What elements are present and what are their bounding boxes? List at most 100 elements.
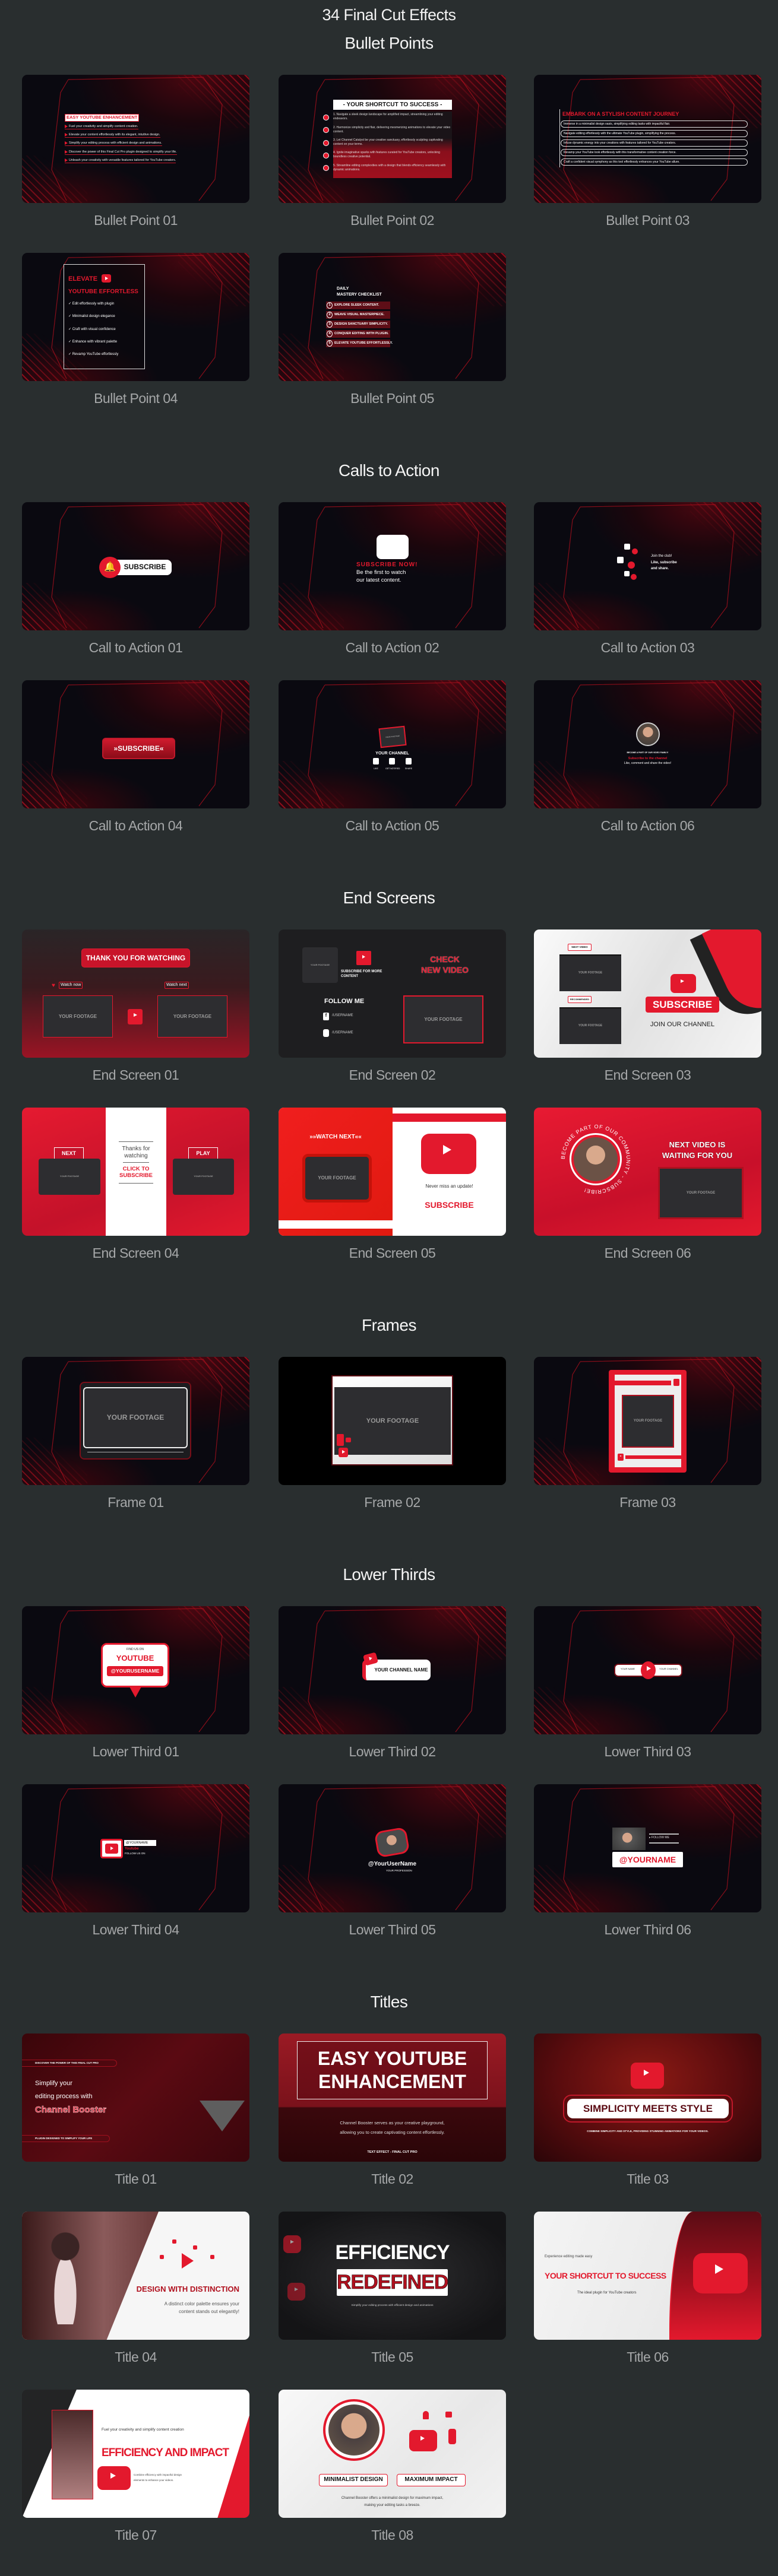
effect-preview[interactable]: SUBSCRIBE 🔔 [22,502,249,630]
effect-preview[interactable]: Fuel your creativity and simplify conten… [22,2390,249,2518]
preview-heading: DAILY [337,287,349,291]
effect-card[interactable]: YOUR FOOTAGE Frame 02 [279,1357,506,1535]
effect-card[interactable]: »»WATCH NEXT«« YOUR FOOTAGE Never miss a… [279,1108,506,1286]
effect-preview[interactable]: YOUR FOOTAGE [534,1357,761,1485]
effect-preview[interactable]: DAILY MASTERY CHECKLIST 1 EXPLORE SLEEK C… [279,253,506,381]
effect-card[interactable]: YOUR FOOTAGE Frame 03 [534,1357,761,1535]
effect-preview[interactable]: FIND US ON YOUTUBE @YOURUSERNAME [22,1606,249,1734]
kicker-text: Fuel your creativity and simplify conten… [102,2428,184,2432]
youtube-icon [102,274,111,283]
preview-heading: DESIGN WITH DISTINCTION [136,2285,239,2293]
like-icon [337,1434,344,1446]
effect-card[interactable]: FIND US ON YOUTUBE @YOURUSERNAME Lower T… [22,1606,249,1784]
effect-card[interactable]: NEXT VIDEO YOUR FOOTAGE RECOMMENDED YOUR… [534,929,761,1108]
effect-card[interactable]: EASY YOUTUBE ENHANCEMENT Fuel your creat… [22,75,249,253]
username: @YourUserName [368,1861,417,1867]
effect-preview[interactable]: EASY YOUTUBE ENHANCEMENT Channel Booster… [279,2033,506,2162]
effect-preview[interactable]: SUBSCRIBE NOW! Be the first to watch our… [279,502,506,630]
footage-placeholder: YOUR FOOTAGE [658,1167,744,1219]
youtube-icon [409,2430,437,2451]
effect-preview[interactable]: EMBARK ON A STYLISH CONTENT JOURNEY Imme… [534,75,761,203]
effect-card[interactable]: DESIGN WITH DISTINCTION A distinct color… [22,2212,249,2390]
effect-label: Title 06 [627,2349,669,2365]
item-number: 5 [327,340,333,347]
effect-preview[interactable]: DISCOVER THE POWER OF THIS FINAL CUT PRO… [22,2033,249,2162]
effect-preview[interactable]: »»WATCH NEXT«« YOUR FOOTAGE Never miss a… [279,1108,506,1236]
effect-preview[interactable]: YOUR NAME YOUR CHANNEL [534,1606,761,1734]
effect-card[interactable]: ELEVATE YOUTUBE EFFORTLESS ✓ Edit effort… [22,253,249,431]
effect-preview[interactable]: YOUR CHANNEL NAME [279,1606,506,1734]
effect-preview[interactable]: YOUR FOOTAGE [22,1357,249,1485]
effect-card[interactable]: @YOURNAME Youtube FOLLOW US ON Lower Thi… [22,1784,249,1962]
effect-card[interactable]: EMBARK ON A STYLISH CONTENT JOURNEY Imme… [534,75,761,253]
effect-preview[interactable]: BECOME A PART OF OUR VIDEO FAMILY! Subsc… [534,680,761,808]
effect-card[interactable]: YOUR FOOTAGE SUBSCRIBE FOR MORE CONTENT … [279,929,506,1108]
effect-card[interactable]: Experience editing made easy YOUR SHORTC… [534,2212,761,2390]
effect-card[interactable]: Fuel your creativity and simplify conten… [22,2390,249,2568]
effect-preview[interactable]: SIMPLICITY MEETS STYLE COMBINE SIMPLICIT… [534,2033,761,2162]
effects-gallery: Bullet Points EASY YOUTUBE ENHANCEMENT F… [0,12,778,2576]
footage-placeholder: YOUR FOOTAGE [43,995,113,1038]
effect-card[interactable]: SUBSCRIBE 🔔 Call to Action 01 [22,502,249,680]
effect-preview[interactable]: ▸ FOLLOW ME @YOURNAME [534,1784,761,1912]
effect-preview[interactable]: YOUR FOOTAGE [279,1357,506,1485]
youtube-icon [693,2253,748,2293]
effect-card[interactable]: YOUR FOOTAGE Frame 01 [22,1357,249,1535]
preview-heading: EASY YOUTUBE [317,2048,467,2069]
item-text: Craft with visual confidence [72,328,116,331]
bottom-tag: PLUGIN DESIGNED TO SIMPLIFY YOUR LIFE [22,2135,110,2142]
find-text: FIND US ON [126,1648,144,1651]
effect-card[interactable]: DISCOVER THE POWER OF THIS FINAL CUT PRO… [22,2033,249,2212]
footage-placeholder: YOUR FOOTAGE [403,995,483,1043]
checklist-item: 5 ELEVATE YOUTUBE EFFORTLESSLY. [326,340,393,347]
effect-preview[interactable]: DESIGN WITH DISTINCTION A distinct color… [22,2212,249,2340]
effect-card[interactable]: YOUR NAME YOUR CHANNEL Lower Third 03 [534,1606,761,1784]
effect-card[interactable]: Join the club! Like, subscribe and share… [534,502,761,680]
effect-card[interactable]: - YOUR SHORTCUT TO SUCCESS - 1. Navigate… [279,75,506,253]
preview-text: editing process with [35,2093,93,2100]
effect-preview[interactable]: ELEVATE YOUTUBE EFFORTLESS ✓ Edit effort… [22,253,249,381]
effect-card[interactable]: SUBSCRIBE NOW! Be the first to watch our… [279,502,506,680]
effect-preview[interactable]: YOUR FOOTAGE YOUR CHANNEL LIKE GET NOTIF… [279,680,506,808]
notification-icon [632,548,638,554]
effect-card[interactable]: BECOME A PART OF OUR VIDEO FAMILY! Subsc… [534,680,761,858]
effect-preview[interactable]: EFFICIENCY REDEFINED Simplify your editi… [279,2212,506,2340]
effect-card[interactable]: SIMPLICITY MEETS STYLE COMBINE SIMPLICIT… [534,2033,761,2212]
effect-preview[interactable]: - YOUR SHORTCUT TO SUCCESS - 1. Navigate… [279,75,506,203]
like-icon [160,2255,164,2259]
preview-text: allowing you to create captivating conte… [340,2130,445,2135]
effect-card[interactable]: »SUBSCRIBE« Call to Action 04 [22,680,249,858]
effect-preview[interactable]: @YourUserName YOUR PROFESSION [279,1784,506,1912]
effect-preview[interactable]: THANK YOU FOR WATCHING ♥ Watch now Watch… [22,929,249,1058]
effect-preview[interactable]: Join the club! Like, subscribe and share… [534,502,761,630]
heart-icon: ♥ [52,982,55,989]
share-icon [631,574,637,580]
effect-preview[interactable]: NEXT YOUR FOOTAGE Thanks for watching CL… [22,1108,249,1236]
photo [52,2410,93,2499]
effect-card[interactable]: DAILY MASTERY CHECKLIST 1 EXPLORE SLEEK C… [279,253,506,431]
effect-label: End Screen 01 [92,1067,179,1083]
effect-card[interactable]: ▸ FOLLOW ME @YOURNAME Lower Third 06 [534,1784,761,1962]
kicker-text: Experience editing made easy [545,2255,593,2258]
effect-card[interactable]: YOUR FOOTAGE YOUR CHANNEL LIKE GET NOTIF… [279,680,506,858]
effect-card[interactable]: EASY YOUTUBE ENHANCEMENT Channel Booster… [279,2033,506,2212]
effect-preview[interactable]: MINIMALIST DESIGN MAXIMUM IMPACT Channel… [279,2390,506,2518]
username: @YOURNAME [612,1852,683,1867]
effect-card[interactable]: MINIMALIST DESIGN MAXIMUM IMPACT Channel… [279,2390,506,2568]
effect-preview[interactable]: Experience editing made easy YOUR SHORTC… [534,2212,761,2340]
effect-preview[interactable]: @YOURNAME Youtube FOLLOW US ON [22,1784,249,1912]
effect-card[interactable]: BECOME PART OF OUR COMMUNITY - SUBSCRIBE… [534,1108,761,1286]
effect-card[interactable]: THANK YOU FOR WATCHING ♥ Watch now Watch… [22,929,249,1108]
effect-card[interactable]: @YourUserName YOUR PROFESSION Lower Thir… [279,1784,506,1962]
effect-preview[interactable]: »SUBSCRIBE« [22,680,249,808]
effect-preview[interactable]: BECOME PART OF OUR COMMUNITY - SUBSCRIBE… [534,1108,761,1236]
effect-card[interactable]: NEXT YOUR FOOTAGE Thanks for watching CL… [22,1108,249,1286]
checklist-item: 1 EXPLORE SLEEK CONTENT. [326,302,390,309]
effect-preview[interactable]: EASY YOUTUBE ENHANCEMENT Fuel your creat… [22,75,249,203]
effect-card[interactable]: EFFICIENCY REDEFINED Simplify your editi… [279,2212,506,2390]
footage-placeholder: YOUR FOOTAGE [173,1159,234,1195]
effect-preview[interactable]: NEXT VIDEO YOUR FOOTAGE RECOMMENDED YOUR… [534,929,761,1058]
effect-card[interactable]: YOUR CHANNEL NAME Lower Third 02 [279,1606,506,1784]
preview-heading: YOUR SHORTCUT TO SUCCESS [545,2271,666,2280]
effect-preview[interactable]: YOUR FOOTAGE SUBSCRIBE FOR MORE CONTENT … [279,929,506,1058]
